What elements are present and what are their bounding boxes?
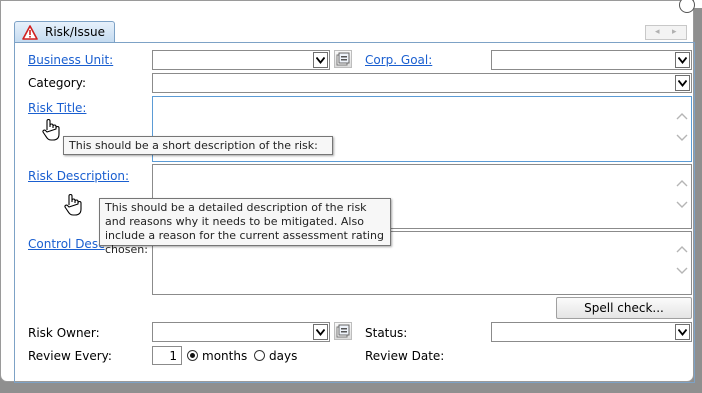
hand-cursor-icon — [64, 194, 82, 216]
chevron-down-icon[interactable] — [675, 266, 689, 276]
months-radio[interactable] — [187, 350, 198, 361]
chevron-up-icon[interactable] — [675, 111, 689, 121]
control-description-link[interactable]: Control Desc — [28, 237, 105, 251]
corp-goal-link[interactable]: Corp. Goal: — [365, 53, 432, 67]
window-corner-control[interactable] — [679, 0, 695, 13]
category-label: Category: — [28, 76, 86, 90]
spell-check-button[interactable]: Spell check... — [556, 297, 692, 319]
chevron-down-icon[interactable] — [675, 200, 689, 210]
chevron-down-icon[interactable] — [313, 52, 328, 68]
chevron-up-icon[interactable] — [675, 244, 689, 254]
days-radio[interactable] — [254, 350, 265, 361]
chevron-down-icon[interactable] — [675, 52, 690, 68]
lookup-icon — [336, 52, 350, 66]
chevron-right-icon[interactable]: ▸ — [672, 27, 677, 37]
months-label: months — [202, 349, 248, 363]
risk-description-tooltip: This should be a detailed description of… — [99, 198, 391, 256]
chevron-left-icon[interactable]: ◂ — [655, 27, 660, 37]
control-description-scroll[interactable] — [675, 244, 689, 276]
review-every-input[interactable]: 1 — [152, 346, 182, 365]
risk-owner-label: Risk Owner: — [28, 326, 100, 340]
chevron-down-icon[interactable] — [675, 133, 689, 143]
warning-icon — [22, 25, 38, 40]
risk-description-link[interactable]: Risk Description: — [28, 169, 129, 183]
status-label: Status: — [365, 326, 408, 340]
form-window: Risk/Issue ◂ ▸ Business Unit: Corp. Goal… — [0, 0, 695, 383]
chevron-down-icon[interactable] — [675, 75, 690, 91]
hand-cursor-icon — [42, 119, 60, 141]
lookup-icon — [336, 324, 350, 338]
tab-label: Risk/Issue — [45, 25, 105, 39]
risk-title-link[interactable]: Risk Title: — [28, 101, 86, 115]
risk-title-scroll[interactable] — [675, 111, 689, 143]
corp-goal-select[interactable] — [491, 50, 692, 70]
business-unit-lookup-button[interactable] — [334, 50, 352, 68]
chevron-down-icon[interactable] — [675, 324, 690, 340]
business-unit-link[interactable]: Business Unit: — [28, 53, 113, 67]
category-select[interactable] — [152, 73, 692, 93]
review-date-label: Review Date: — [365, 349, 445, 363]
chevron-down-icon[interactable] — [313, 324, 328, 340]
review-every-label: Review Every: — [28, 349, 112, 363]
risk-owner-lookup-button[interactable] — [334, 322, 352, 340]
tab-risk-issue[interactable]: Risk/Issue — [14, 21, 115, 43]
business-unit-select[interactable] — [152, 50, 330, 70]
risk-title-tooltip: This should be a short description of th… — [63, 136, 333, 155]
chevron-up-icon[interactable] — [675, 178, 689, 188]
days-label: days — [269, 349, 298, 363]
status-select[interactable] — [491, 322, 692, 342]
risk-description-scroll[interactable] — [675, 178, 689, 210]
tab-scroll-buttons[interactable]: ◂ ▸ — [645, 25, 687, 40]
risk-owner-select[interactable] — [152, 322, 330, 342]
